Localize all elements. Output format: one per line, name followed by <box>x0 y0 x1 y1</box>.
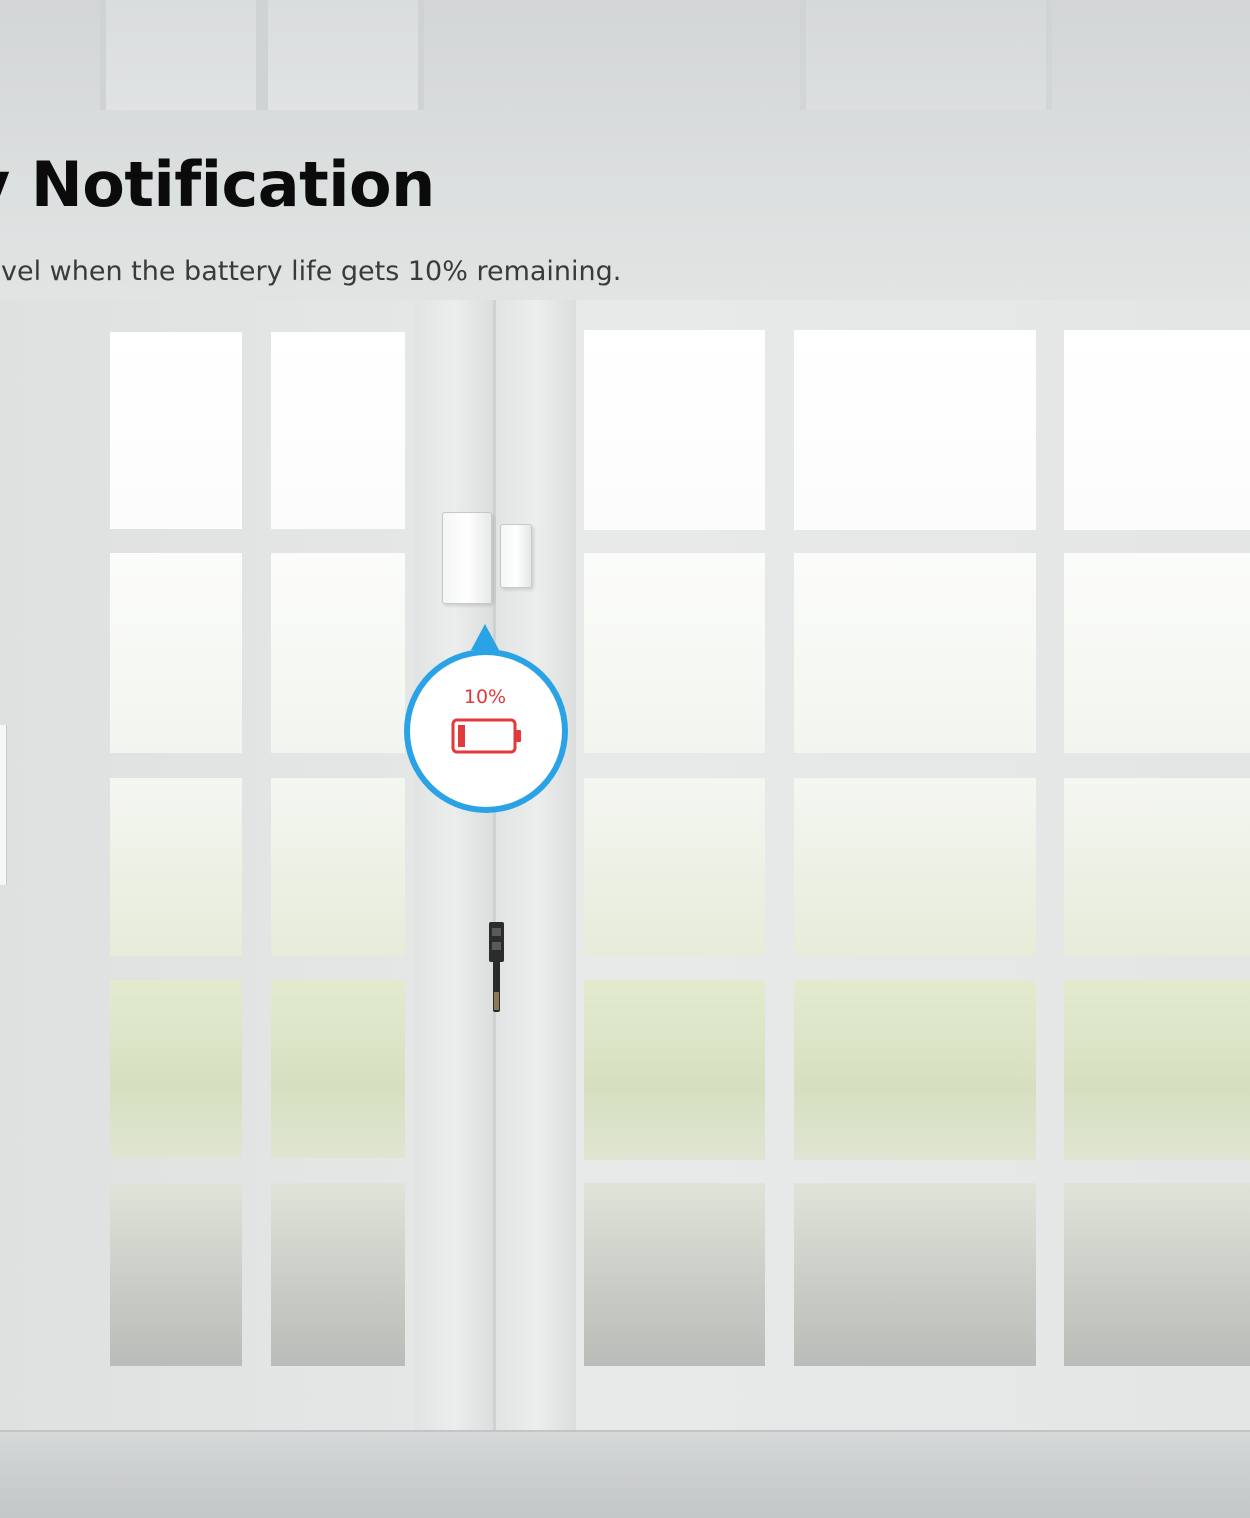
window-pane <box>794 330 1036 530</box>
window-pane <box>584 1183 765 1366</box>
battery-notification-bubble <box>404 624 568 813</box>
battery-percent-label: 10% <box>463 686 507 708</box>
window-pane <box>1064 1183 1250 1366</box>
window-pane <box>1064 330 1250 530</box>
window-pane <box>271 332 405 529</box>
window-pane <box>271 778 405 956</box>
left-sash-stile <box>415 300 493 1430</box>
sash-gap <box>493 300 496 1430</box>
window-pane <box>794 553 1036 753</box>
window-sill <box>0 1430 1250 1518</box>
transom-pane <box>262 0 424 110</box>
window-pane <box>584 778 765 956</box>
window-pane <box>110 980 242 1158</box>
transom-pane <box>100 0 262 110</box>
window-pane <box>271 1183 405 1366</box>
window-pane <box>584 980 765 1160</box>
window-pane <box>794 1183 1036 1366</box>
battery-level-fill <box>458 725 465 747</box>
window-pane <box>271 553 405 753</box>
window-pane <box>110 332 242 529</box>
transom-pane <box>800 0 1052 110</box>
right-sash-stile <box>496 300 576 1430</box>
window-pane <box>271 980 405 1158</box>
page-edge-tab <box>0 725 7 885</box>
bubble-fill <box>410 655 562 807</box>
page-subtitle: -battery level when the battery life get… <box>0 256 622 287</box>
window-pane <box>1064 778 1250 956</box>
window-pane <box>1064 553 1250 753</box>
window-pane <box>110 1183 242 1366</box>
hero-scene: 10% ttery Notification -battery level wh… <box>0 0 1250 1518</box>
window-pane <box>794 778 1036 956</box>
window-pane <box>110 778 242 956</box>
window-handle-icon <box>489 922 504 1012</box>
page-title: ttery Notification <box>0 148 435 221</box>
window-pane <box>110 553 242 753</box>
window-pane <box>794 980 1036 1160</box>
window-pane <box>1064 980 1250 1160</box>
window-pane <box>584 553 765 753</box>
sensor-magnet-icon <box>500 524 532 588</box>
bubble-pointer <box>471 624 499 650</box>
door-window-sensor-icon <box>442 512 492 604</box>
window-pane <box>584 330 765 530</box>
